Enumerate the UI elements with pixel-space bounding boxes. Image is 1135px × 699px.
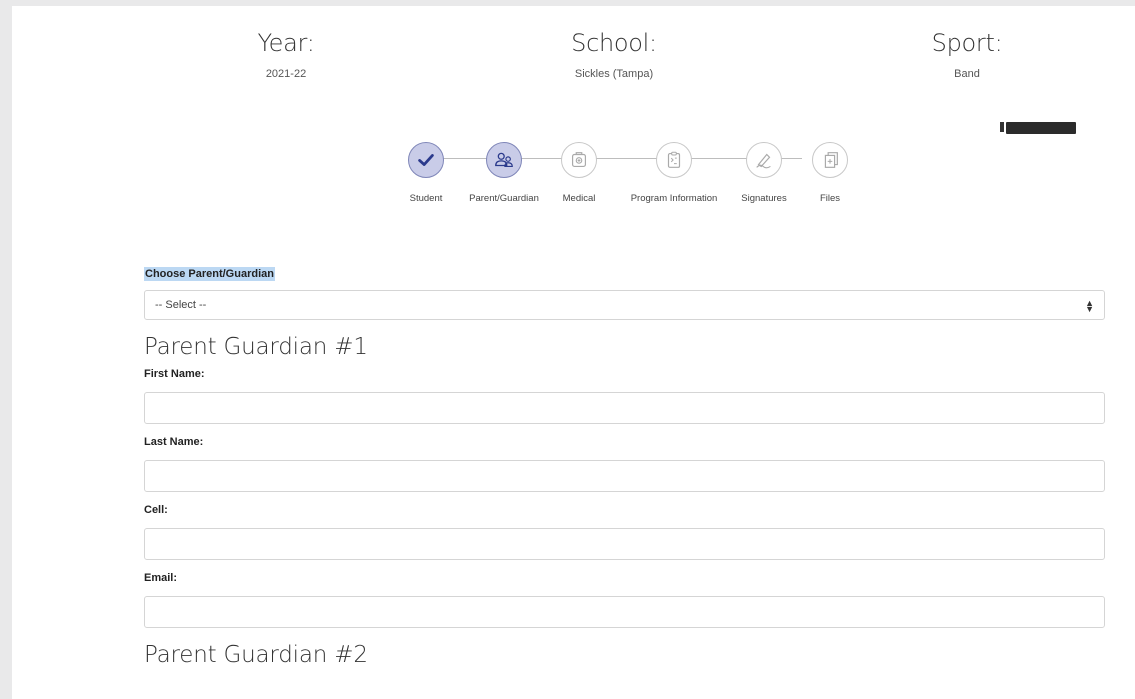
step-files[interactable]: Files [780, 142, 880, 204]
last-name-label: Last Name: [144, 436, 204, 448]
step-circle [746, 142, 782, 178]
step-label: Medical [562, 193, 596, 204]
sport-value: Band [954, 68, 980, 80]
step-circle [486, 142, 522, 178]
school-value: Sickles (Tampa) [574, 68, 654, 80]
first-name-label: First Name: [144, 368, 205, 380]
clipboard-icon [667, 151, 681, 168]
year-value: 2021-22 [265, 68, 307, 80]
step-label: Program Information [630, 193, 718, 204]
step-label: Files [819, 193, 841, 204]
school-label: School: [571, 29, 657, 57]
medical-kit-icon [571, 152, 587, 168]
registration-page: Year: 2021-22 School: Sickles (Tampa) Sp… [12, 6, 1135, 699]
signature-pen-icon [756, 153, 771, 169]
cell-label: Cell: [144, 504, 168, 516]
step-circle [812, 142, 848, 178]
section-title-guardian-2: Parent Guardian #2 [144, 642, 368, 668]
sport-block: Sport: Band [817, 28, 1117, 80]
files-icon [824, 152, 838, 168]
step-program-information[interactable]: Program Information [624, 142, 724, 204]
first-name-input[interactable] [144, 392, 1105, 424]
school-block: School: Sickles (Tampa) [464, 28, 764, 80]
email-label: Email: [144, 572, 178, 584]
choose-parent-select[interactable]: -- Select -- ▲ ▼ [144, 290, 1105, 320]
parent-guardian-icon [495, 152, 513, 168]
year-label: Year: [257, 29, 315, 57]
redacted-mark [1000, 122, 1076, 134]
last-name-input[interactable] [144, 460, 1105, 492]
year-block: Year: 2021-22 [136, 28, 436, 80]
choose-parent-label: Choose Parent/Guardian [144, 267, 275, 281]
email-input[interactable] [144, 596, 1105, 628]
sport-label: Sport: [931, 29, 1003, 57]
step-medical[interactable]: Medical [529, 142, 629, 204]
step-circle [656, 142, 692, 178]
progress-stepper: Student Parent/Guardian Medical Program … [392, 142, 852, 212]
step-circle [408, 142, 444, 178]
check-icon [418, 154, 434, 166]
select-value: -- Select -- [155, 299, 207, 311]
parent-guardian-form: Choose Parent/Guardian -- Select -- ▲ ▼ P… [144, 264, 1105, 668]
section-title-guardian-1: Parent Guardian #1 [144, 334, 368, 360]
select-caret-icon: ▲ ▼ [1085, 298, 1094, 314]
step-circle [561, 142, 597, 178]
cell-input[interactable] [144, 528, 1105, 560]
